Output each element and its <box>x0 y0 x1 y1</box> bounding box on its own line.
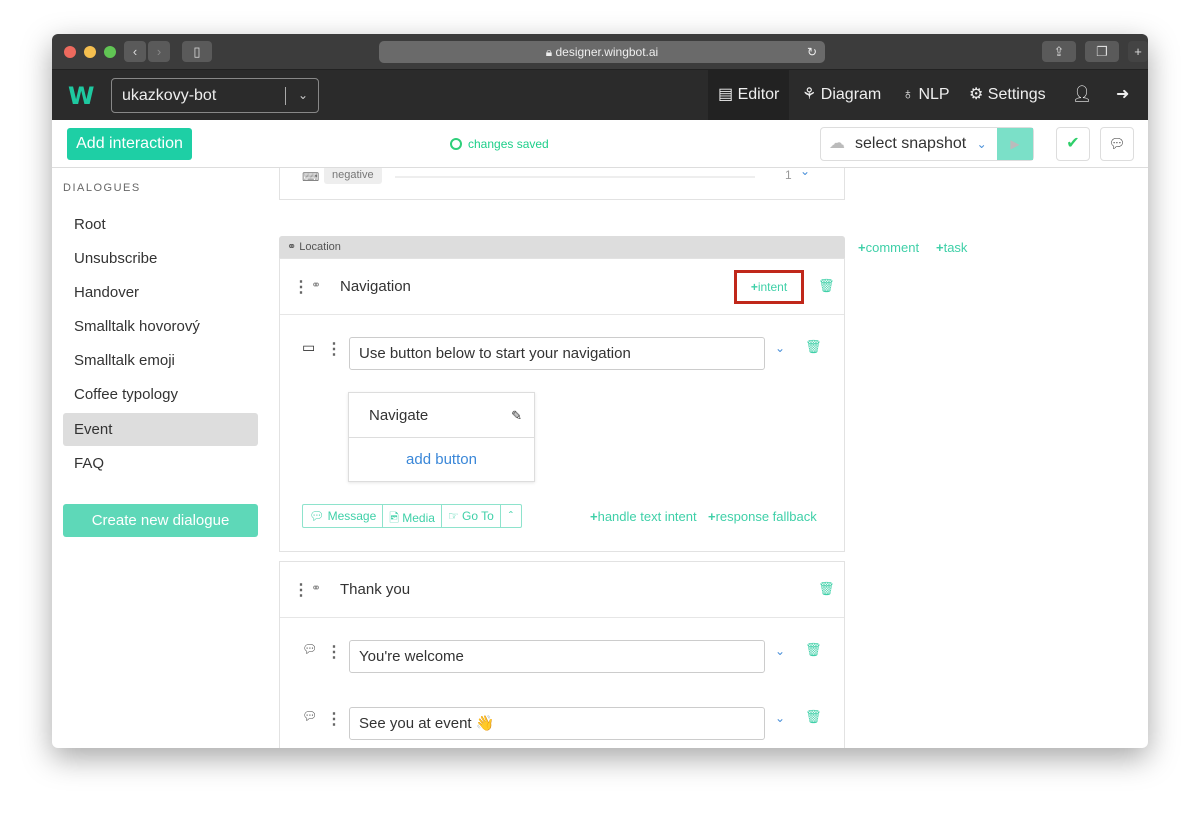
add-interaction-button[interactable]: Add interaction <box>67 128 192 160</box>
snapshot-select[interactable]: ☁ select snapshot ⌄ ▶ <box>820 127 1034 161</box>
interaction-title[interactable]: Navigation <box>340 278 411 295</box>
chevron-down-icon[interactable]: ⌄ <box>775 341 785 355</box>
handle-text-intent-button[interactable]: +handle text intent <box>590 509 697 524</box>
sidebar-item-unsubscribe[interactable]: Unsubscribe <box>63 242 258 275</box>
message-input[interactable]: You're welcome <box>349 640 765 673</box>
bot-selector[interactable]: ukazkovy-bot ⌄ <box>111 78 319 113</box>
add-button-link[interactable]: add button <box>349 438 534 482</box>
browser-titlebar: ‹ › ▯ 🔒︎ designer.wingbot.ai ↻ ⇪ ❐ + <box>52 34 1148 70</box>
reload-icon[interactable]: ↻ <box>807 41 817 63</box>
intent-tag[interactable]: negative <box>324 168 382 184</box>
minimize-window-button[interactable] <box>84 46 96 58</box>
add-media-button[interactable]: 🖻 Media <box>383 505 442 527</box>
sidebar-item-faq[interactable]: FAQ <box>63 447 258 480</box>
trash-icon[interactable]: 🗑︎ <box>805 709 822 725</box>
drag-handle-icon[interactable]: ⋮ <box>326 709 342 729</box>
check-circle-icon[interactable]: ✔ <box>1056 127 1090 161</box>
chevron-down-icon: ⌄ <box>976 137 987 151</box>
sidebar-item-coffee-typology[interactable]: Coffee typology <box>63 378 258 411</box>
button-list: Navigate ✎ add button <box>348 392 535 482</box>
trash-icon[interactable]: 🗑︎ <box>818 581 835 597</box>
user-icon[interactable]: 👤︎ <box>1062 70 1102 120</box>
link-icon: ⚭ <box>311 581 322 595</box>
trash-icon[interactable]: 🗑︎ <box>805 642 822 658</box>
sidebar-heading: DIALOGUES <box>63 182 141 194</box>
section-header: ⚭ Location <box>279 236 845 258</box>
sidebar-item-smalltalk-emoji[interactable]: Smalltalk emoji <box>63 344 258 377</box>
trash-icon[interactable]: 🗑︎ <box>818 278 835 294</box>
nav-diagram[interactable]: ⚘ Diagram <box>792 70 891 120</box>
link-icon: ⚭ <box>287 241 297 253</box>
gears-icon: ⚙ <box>969 86 984 103</box>
chevron-up-icon[interactable]: ˆ <box>501 505 521 527</box>
back-icon[interactable]: ‹ <box>124 41 146 62</box>
browser-window: ‹ › ▯ 🔒︎ designer.wingbot.ai ↻ ⇪ ❐ + W uk… <box>52 34 1148 748</box>
add-goto-button[interactable]: ☞ Go To <box>442 505 501 527</box>
maximize-window-button[interactable] <box>104 46 116 58</box>
chevron-down-icon[interactable]: ⌄ <box>800 168 810 178</box>
create-dialogue-button[interactable]: Create new dialogue <box>63 504 258 537</box>
window-icon: ▭ <box>302 339 316 355</box>
edit-icon[interactable]: ✎ <box>511 393 522 438</box>
wingbot-logo: W <box>68 82 95 110</box>
add-response-group: 💬︎ Message 🖻 Media ☞ Go To ˆ <box>302 504 522 528</box>
navigate-button-item[interactable]: Navigate ✎ <box>349 393 534 438</box>
deploy-play-button[interactable]: ▶ <box>997 128 1033 160</box>
drag-handle-icon[interactable]: ⋮ <box>326 339 342 359</box>
new-tab-icon[interactable]: + <box>1128 41 1148 62</box>
add-intent-button[interactable]: +intent <box>734 270 804 304</box>
interaction-navigation: ⋮ ⚭ Navigation +intent 🗑︎ ▭ ⋮ Use button… <box>279 258 845 552</box>
drag-handle-icon[interactable]: ⋮ <box>326 642 342 662</box>
forward-icon[interactable]: › <box>148 41 170 62</box>
nav-editor[interactable]: ▤ Editor <box>708 70 790 120</box>
previous-interaction: ⌨ negative 1 ⌄ <box>279 168 845 200</box>
chevron-down-icon: ⌄ <box>297 88 308 102</box>
share-icon[interactable]: ⇪ <box>1042 41 1076 62</box>
speech-bubble-icon: 💬︎ <box>302 709 318 723</box>
link-icon: ⚭ <box>311 278 322 292</box>
app-header: W ukazkovy-bot ⌄ ▤ Editor ⚘ Diagram ♁ NLP… <box>52 70 1148 120</box>
add-comment-button[interactable]: +comment <box>858 240 919 255</box>
editor-canvas: ⌨ negative 1 ⌄ ⚭ Location ⋮ ⚭ Navigation… <box>279 168 845 748</box>
add-task-button[interactable]: +task <box>936 240 967 255</box>
status-circle-icon <box>450 138 462 150</box>
toolbar: Add interaction changes saved ☁ select sn… <box>52 120 1148 168</box>
keyboard-icon: ⌨ <box>302 170 320 184</box>
save-status: changes saved <box>450 137 549 151</box>
trash-icon[interactable]: 🗑︎ <box>805 339 822 355</box>
editor-icon: ▤ <box>718 86 734 103</box>
close-window-button[interactable] <box>64 46 76 58</box>
chevron-down-icon[interactable]: ⌄ <box>775 644 785 658</box>
speech-bubble-icon: 💬︎ <box>302 642 318 656</box>
add-message-button[interactable]: 💬︎ Message <box>303 505 384 527</box>
message-input[interactable]: Use button below to start your navigatio… <box>349 337 765 370</box>
interaction-thank-you: ⋮ ⚭ Thank you 🗑︎ 💬︎ ⋮ You're welcome ⌄ 🗑… <box>279 561 845 748</box>
sidebar: DIALOGUES Root Unsubscribe Handover Smal… <box>52 168 267 748</box>
sidebar-item-handover[interactable]: Handover <box>63 276 258 309</box>
lightbulb-icon: ♁ <box>902 86 914 103</box>
sidebar-item-smalltalk-hovorovy[interactable]: Smalltalk hovorový <box>63 310 258 343</box>
sidebar-item-root[interactable]: Root <box>63 208 258 241</box>
sidebar-item-event[interactable]: Event <box>63 413 258 446</box>
lock-icon: 🔒︎ <box>545 45 553 59</box>
logout-icon[interactable]: ➜ <box>1106 70 1139 120</box>
cloud-upload-icon: ☁ <box>829 135 845 152</box>
nav-settings[interactable]: ⚙ Settings <box>959 70 1056 120</box>
response-fallback-button[interactable]: +response fallback <box>708 509 817 524</box>
chevron-down-icon[interactable]: ⌄ <box>775 711 785 725</box>
count-value: 1 <box>785 168 792 182</box>
interaction-title[interactable]: Thank you <box>340 581 410 598</box>
tabs-icon[interactable]: ❐ <box>1085 41 1119 62</box>
drag-handle-icon[interactable]: ⋮ <box>293 277 309 297</box>
sidebar-toggle-icon[interactable]: ▯ <box>182 41 212 62</box>
chat-icon[interactable]: 💬︎ <box>1100 127 1134 161</box>
nav-nlp[interactable]: ♁ NLP <box>892 70 960 120</box>
drag-handle-icon[interactable]: ⋮ <box>293 580 309 600</box>
message-input[interactable]: See you at event 👋 <box>349 707 765 740</box>
sitemap-icon: ⚘ <box>802 86 817 103</box>
address-bar[interactable]: 🔒︎ designer.wingbot.ai ↻ <box>379 41 825 63</box>
